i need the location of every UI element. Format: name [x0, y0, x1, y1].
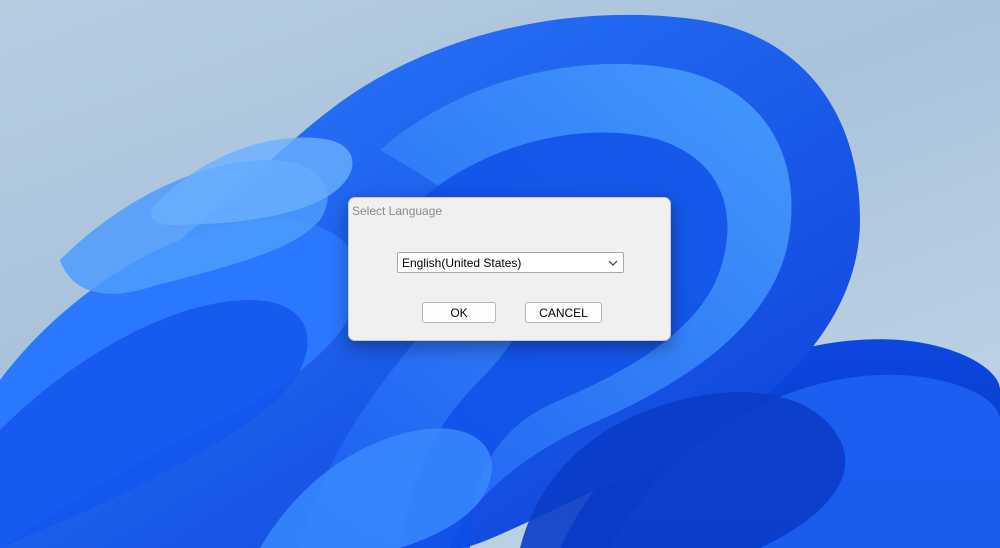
language-select[interactable]: English(United States): [397, 252, 624, 273]
select-language-dialog: Select Language English(United States) O…: [348, 197, 671, 341]
cancel-button[interactable]: CANCEL: [525, 302, 602, 323]
desktop: Select Language English(United States) O…: [0, 0, 1000, 548]
chevron-down-icon[interactable]: [607, 257, 619, 269]
language-select-value: English(United States): [402, 256, 522, 270]
dialog-title: Select Language: [352, 204, 443, 218]
ok-button[interactable]: OK: [422, 302, 496, 323]
